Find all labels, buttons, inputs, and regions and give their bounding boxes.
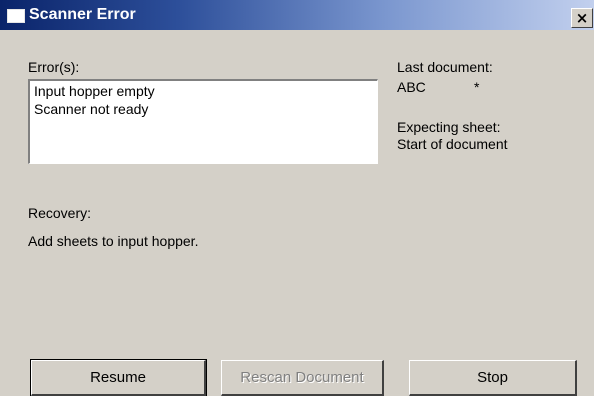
recovery-label: Recovery: bbox=[28, 205, 92, 221]
last-document-label: Last document: bbox=[397, 59, 493, 75]
scanner-error-dialog: Scanner Error × Error(s): Input hopper e… bbox=[0, 0, 594, 396]
title-bar[interactable]: Scanner Error × bbox=[0, 0, 594, 30]
stop-button[interactable]: Stop bbox=[409, 360, 577, 396]
close-button[interactable]: × bbox=[571, 8, 593, 28]
rescan-document-button[interactable]: Rescan Document bbox=[221, 360, 384, 396]
expecting-sheet-label: Expecting sheet: bbox=[397, 119, 501, 135]
expecting-sheet-value: Start of document bbox=[397, 136, 508, 152]
window-title: Scanner Error bbox=[29, 6, 136, 23]
last-document-marker: * bbox=[474, 79, 480, 95]
error-item: Scanner not ready bbox=[34, 101, 149, 117]
close-icon: × bbox=[575, 9, 589, 27]
recovery-message: Add sheets to input hopper. bbox=[28, 233, 199, 249]
errors-list[interactable]: Input hopper empty Scanner not ready bbox=[28, 79, 378, 164]
window-icon bbox=[7, 9, 25, 23]
last-document-value: ABC bbox=[397, 79, 426, 95]
errors-label: Error(s): bbox=[28, 59, 80, 75]
resume-button[interactable]: Resume bbox=[30, 359, 207, 396]
error-item: Input hopper empty bbox=[34, 83, 155, 99]
